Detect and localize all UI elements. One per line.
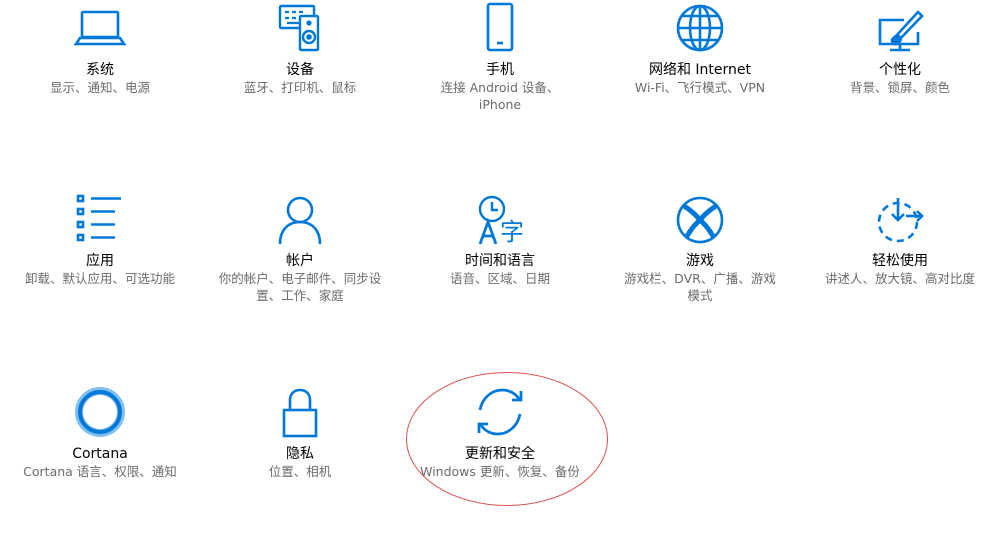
globe-icon [672,2,728,58]
tile-time-language[interactable]: 字 时间和语言 语音、区域、日期 [410,190,590,300]
paint-brush-icon [872,2,928,58]
tile-devices[interactable]: 设备 蓝牙、打印机、鼠标 [210,0,390,110]
lock-icon [272,386,328,442]
tile-update-security[interactable]: 更新和安全 Windows 更新、恢复、备份 [410,382,590,502]
tile-desc: 讲述人、放大镜、高对比度 [824,271,975,286]
tile-desc: 显示、通知、电源 [49,80,150,95]
tile-title: 游戏 [686,253,714,269]
tile-privacy[interactable]: 隐私 位置、相机 [210,382,390,492]
tile-desc: 卸载、默认应用、可选功能 [24,271,175,286]
tile-desc: Windows 更新、恢复、备份 [420,464,580,479]
tile-title: 隐私 [286,446,314,462]
tile-desc: 你的帐户、电子邮件、同步设置、工作、家庭 [218,271,382,303]
tile-personalization[interactable]: 个性化 背景、锁屏、颜色 [810,0,990,110]
phone-icon [472,2,528,58]
tile-title: 手机 [486,62,514,78]
tile-cortana[interactable]: Cortana Cortana 语言、权限、通知 [10,382,190,492]
tile-phone[interactable]: 手机 连接 Android 设备、iPhone [410,0,590,115]
svg-text:字: 字 [500,218,524,246]
sync-arrows-icon [472,386,528,442]
tile-desc: 位置、相机 [268,464,332,479]
tile-desc: Wi-Fi、飞行模式、VPN [634,80,766,95]
laptop-icon [72,2,128,58]
devices-icon [272,2,328,58]
apps-list-icon [72,194,128,250]
tile-title: 设备 [286,62,314,78]
tile-ease-of-access[interactable]: 轻松使用 讲述人、放大镜、高对比度 [810,190,990,300]
tile-desc: 背景、锁屏、颜色 [849,80,950,95]
tile-apps[interactable]: 应用 卸载、默认应用、可选功能 [10,190,190,300]
tile-title: 更新和安全 [465,446,535,462]
xbox-icon [672,194,728,250]
tile-desc: Cortana 语言、权限、通知 [23,464,177,479]
tile-title: 个性化 [879,62,921,78]
ease-of-access-icon [872,194,928,250]
tile-title: 轻松使用 [872,253,928,269]
tile-title: Cortana [72,446,128,462]
tile-title: 网络和 Internet [648,62,752,78]
person-icon [272,194,328,250]
tile-title: 系统 [86,62,114,78]
tile-desc: 蓝牙、打印机、鼠标 [243,80,357,95]
tile-desc: 游戏栏、DVR、广播、游戏模式 [624,271,776,303]
tile-title: 时间和语言 [465,253,535,269]
tile-title: 应用 [86,253,114,269]
tile-gaming[interactable]: 游戏 游戏栏、DVR、广播、游戏模式 [610,190,790,310]
tile-desc: 语音、区域、日期 [449,271,550,286]
time-language-icon: 字 [472,194,528,250]
tile-accounts[interactable]: 帐户 你的帐户、电子邮件、同步设置、工作、家庭 [210,190,390,310]
tile-desc: 连接 Android 设备、iPhone [440,80,560,112]
tile-title: 帐户 [286,253,314,269]
tile-system[interactable]: 系统 显示、通知、电源 [10,0,190,110]
cortana-circle-icon [72,386,128,442]
tile-network[interactable]: 网络和 Internet Wi-Fi、飞行模式、VPN [610,0,790,110]
